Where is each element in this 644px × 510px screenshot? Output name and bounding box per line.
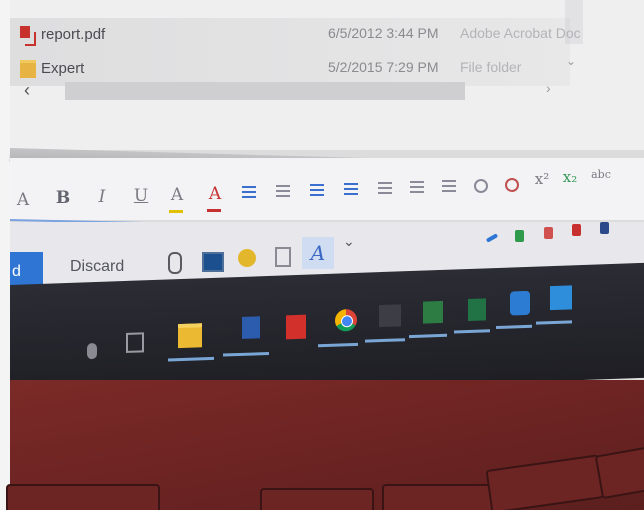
importance-icon[interactable] (572, 224, 581, 236)
font-size-button[interactable]: A (14, 190, 32, 220)
chevron-down-icon[interactable]: ⌄ (343, 233, 355, 250)
acrobat-icon[interactable] (286, 314, 306, 340)
running-indicator (168, 356, 214, 362)
spelling-button[interactable]: A (302, 237, 334, 269)
keyboard-key (6, 484, 160, 510)
numbering-icon[interactable] (276, 185, 290, 199)
keyboard-key (382, 484, 496, 510)
file-type: Adobe Acrobat Doc (460, 25, 581, 41)
file-date: 5/2/2015 7:29 PM (328, 59, 439, 75)
green-flag-icon[interactable] (515, 230, 524, 242)
discard-button[interactable]: Discard (70, 258, 124, 276)
keyboard-key (485, 454, 605, 510)
highlight-button[interactable]: A (168, 185, 186, 215)
link-icon[interactable] (474, 179, 488, 193)
bold-button[interactable]: B (54, 188, 72, 218)
running-indicator (365, 338, 405, 343)
caret-up-icon[interactable] (485, 233, 499, 243)
file-row-report[interactable]: report.pdf 6/5/2012 3:44 PM Adobe Acroba… (10, 18, 581, 52)
file-date: 6/5/2012 3:44 PM (328, 25, 439, 41)
bullets-icon[interactable] (242, 186, 256, 200)
solitaire-icon[interactable] (379, 304, 401, 328)
font-color-button[interactable]: A (206, 184, 224, 214)
highlight-button-label: A (170, 185, 184, 205)
scroll-left-arrow-icon[interactable]: ‹ (24, 80, 30, 101)
formatting-toolbar: A B I U A A x² x₂ abc (10, 158, 644, 220)
scroll-right-arrow-icon[interactable]: › (546, 80, 551, 96)
attach-icon[interactable] (168, 252, 182, 274)
send-button-label: d (12, 263, 21, 280)
strikethrough-icon[interactable]: abc (590, 168, 612, 198)
keyboard-key (260, 488, 374, 510)
running-indicator (496, 324, 532, 330)
store-icon[interactable] (550, 285, 572, 311)
spelling-icon: A (310, 241, 326, 265)
remove-link-icon[interactable] (505, 178, 519, 192)
pdf-file-icon (20, 26, 36, 46)
align-center-icon[interactable] (410, 181, 424, 195)
microphone-icon[interactable] (87, 342, 97, 360)
superscript-icon[interactable]: x² (534, 170, 550, 200)
running-indicator (223, 351, 269, 357)
word-icon[interactable] (242, 316, 260, 339)
keyboard-key (594, 444, 644, 500)
file-name: Expert (41, 60, 85, 77)
horizontal-scrollbar[interactable]: ‹ › (10, 80, 590, 104)
increase-indent-icon[interactable] (344, 183, 358, 197)
chevron-down-icon[interactable]: ⌄ (566, 54, 576, 68)
photo-frame: report.pdf 6/5/2012 3:44 PM Adobe Acroba… (0, 0, 644, 510)
decrease-indent-icon[interactable] (310, 184, 324, 198)
file-type: File folder (460, 59, 522, 75)
align-left-icon[interactable] (378, 182, 392, 196)
excel-icon[interactable] (468, 298, 486, 322)
underline-button[interactable]: U (132, 186, 150, 216)
align-right-icon[interactable] (442, 180, 456, 194)
project-icon[interactable] (423, 300, 443, 324)
font-color-button-label: A (208, 184, 222, 204)
scan-border (0, 0, 10, 510)
file-name: report.pdf (41, 26, 106, 43)
file-explorer-pane: report.pdf 6/5/2012 3:44 PM Adobe Acroba… (10, 0, 644, 150)
scrollbar-thumb[interactable] (65, 82, 465, 100)
running-indicator (454, 329, 490, 334)
italic-button[interactable]: I (94, 187, 110, 217)
subscript-icon[interactable]: x₂ (562, 168, 578, 198)
laptop-body (6, 380, 644, 510)
task-view-icon[interactable] (126, 332, 144, 353)
insert-date-icon[interactable] (275, 247, 291, 267)
running-indicator (409, 333, 447, 339)
running-indicator (536, 320, 572, 325)
font-color-bar (207, 209, 221, 212)
emoji-icon[interactable] (238, 249, 256, 267)
file-explorer-icon[interactable] (178, 323, 202, 349)
red-flag-icon[interactable] (544, 227, 553, 239)
folder-icon (20, 60, 36, 78)
running-indicator (318, 342, 358, 348)
chrome-icon[interactable] (335, 308, 357, 332)
pin-icon[interactable] (600, 222, 609, 234)
insert-picture-icon[interactable] (202, 252, 224, 272)
highlight-color-bar (169, 210, 183, 213)
edge-icon[interactable] (510, 290, 530, 316)
